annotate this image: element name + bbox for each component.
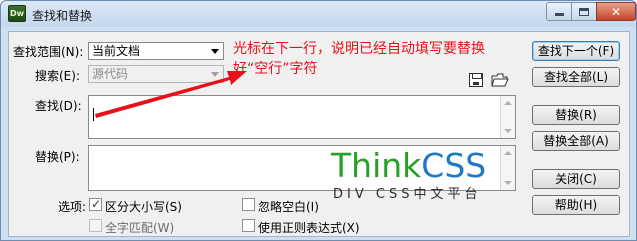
find-replace-dialog: Dw 查找和替换 ✕ 查找范围(N): 搜索(E): 查找(D): 替换(P):… bbox=[0, 0, 637, 241]
arrow-shape bbox=[95, 71, 247, 118]
annotation-arrow bbox=[95, 71, 247, 118]
